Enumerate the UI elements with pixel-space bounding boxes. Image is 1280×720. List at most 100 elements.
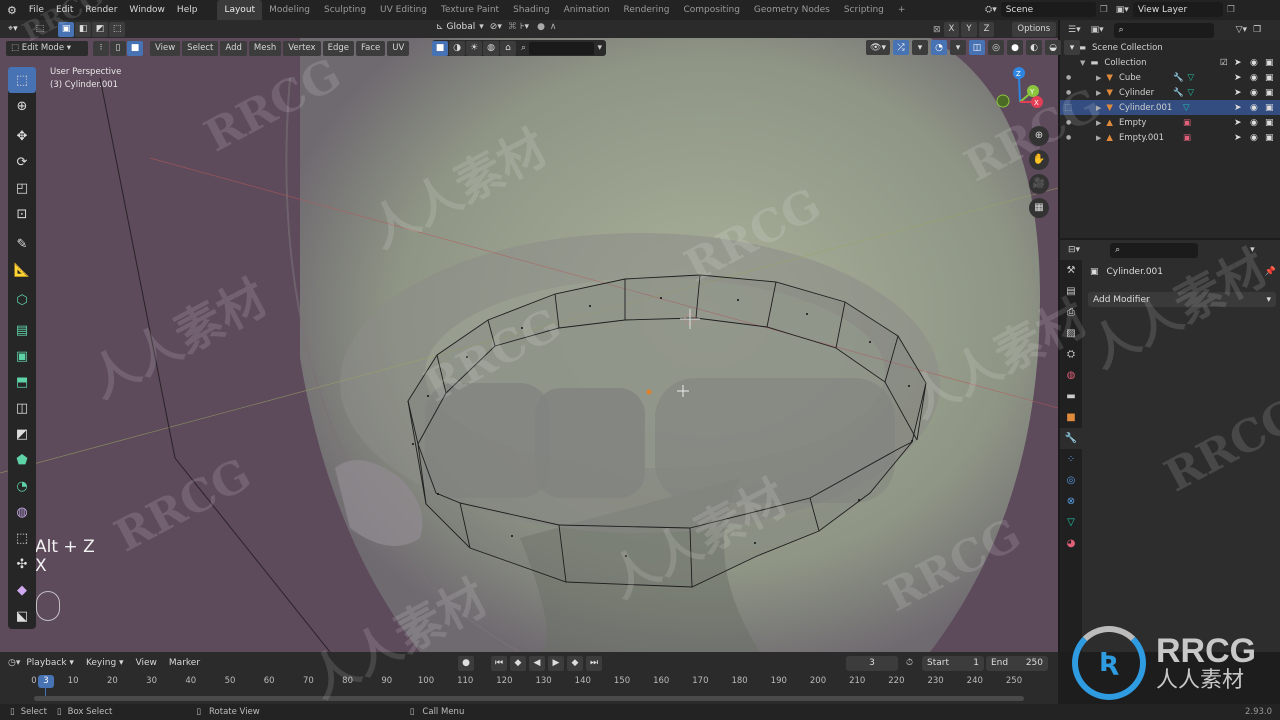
- grid-ortho-icon[interactable]: ▦: [1029, 198, 1049, 218]
- menu-vertex[interactable]: Vertex: [283, 40, 321, 56]
- tab-modeling[interactable]: Modeling: [262, 0, 317, 20]
- timeline-editor-icon[interactable]: ◷▾: [8, 658, 20, 668]
- edge-select-mode[interactable]: ▯: [110, 40, 126, 56]
- menu-add[interactable]: Add: [220, 40, 247, 56]
- snap-toggle[interactable]: ⌘: [508, 22, 517, 32]
- jump-keyframe-forward-button[interactable]: ◆: [567, 655, 583, 671]
- mirror-y[interactable]: Y: [961, 22, 977, 37]
- tool-rotate[interactable]: ⟳: [8, 149, 36, 175]
- selectable-icon[interactable]: ➤: [1234, 58, 1242, 68]
- zoom-icon[interactable]: ⊕: [1029, 126, 1049, 146]
- properties-tab-scene[interactable]: ⛭: [1060, 344, 1082, 365]
- menu-marker[interactable]: Marker: [163, 653, 206, 673]
- selectable-icon[interactable]: ➤: [1234, 88, 1242, 98]
- properties-tab-output[interactable]: ⎙: [1060, 302, 1082, 323]
- select-mode-set[interactable]: ▣: [58, 21, 75, 37]
- outliner-filter-icon[interactable]: ▽▾: [1236, 25, 1247, 35]
- tool-extrude[interactable]: ▤: [8, 317, 36, 343]
- tool-knife[interactable]: ◩: [8, 421, 36, 447]
- start-frame-field[interactable]: Start 1: [922, 655, 984, 671]
- tab-compositing[interactable]: Compositing: [677, 0, 747, 20]
- tool-poly-build[interactable]: ⬟: [8, 447, 36, 473]
- tab-rendering[interactable]: Rendering: [617, 0, 677, 20]
- properties-tab-object[interactable]: ■: [1060, 407, 1082, 428]
- new-collection-icon[interactable]: ❐: [1253, 25, 1261, 35]
- tool-inset[interactable]: ▣: [8, 343, 36, 369]
- expand-icon[interactable]: ▶: [1096, 74, 1101, 82]
- menu-timeline-view[interactable]: View: [130, 653, 163, 673]
- properties-tab-constraints[interactable]: ⊗: [1060, 491, 1082, 512]
- visibility-dropdown[interactable]: 👁▾: [866, 40, 890, 55]
- view-layer-selector[interactable]: View Layer: [1132, 2, 1223, 17]
- overlays-dropdown[interactable]: ▾: [950, 40, 966, 55]
- current-frame-field[interactable]: 3: [846, 655, 898, 671]
- visibility-icon[interactable]: ◉: [1250, 103, 1258, 113]
- expand-icon[interactable]: ▶: [1096, 104, 1101, 112]
- properties-tab-particles[interactable]: ⁘: [1060, 449, 1082, 470]
- editor-type-icon[interactable]: ⊟▾: [1068, 245, 1080, 255]
- mirror-z[interactable]: Z: [978, 22, 995, 37]
- tool-cursor[interactable]: ⊕: [8, 93, 36, 119]
- hand-pan-icon[interactable]: ✋: [1029, 150, 1049, 170]
- properties-tab-render[interactable]: ▤: [1060, 281, 1082, 302]
- proportional-edit-toggle[interactable]: ●: [537, 22, 545, 32]
- filter-paint-icon[interactable]: ⌂: [500, 40, 516, 56]
- tool-shrink-fatten[interactable]: ✣: [8, 551, 36, 577]
- camera-icon[interactable]: 🎥: [1029, 174, 1049, 194]
- render-icon[interactable]: ▣: [1265, 103, 1274, 113]
- visibility-icon[interactable]: ◉: [1250, 118, 1258, 128]
- tool-spin[interactable]: ◔: [8, 473, 36, 499]
- playhead[interactable]: 3: [38, 675, 54, 688]
- overlays-toggle[interactable]: ◔: [931, 40, 947, 55]
- selectable-icon[interactable]: ➤: [1234, 133, 1242, 143]
- render-icon[interactable]: ▣: [1265, 133, 1274, 143]
- menu-face[interactable]: Face: [356, 40, 386, 56]
- outliner-scene-collection[interactable]: ▬ Scene Collection: [1060, 40, 1280, 55]
- tool-annotate[interactable]: ✎: [8, 231, 36, 257]
- tool-loop-cut[interactable]: ◫: [8, 395, 36, 421]
- outliner-item[interactable]: ● ▶ ▲ Empty.001 ▣ ➤ ◉ ▣: [1060, 130, 1280, 145]
- shading-solid[interactable]: ●: [1007, 40, 1023, 55]
- menu-edit[interactable]: Edit: [50, 0, 79, 20]
- menu-view[interactable]: View: [150, 40, 181, 56]
- mode-dropdown[interactable]: ⬚ Edit Mode ▾: [6, 40, 88, 56]
- orientation-dropdown[interactable]: Global: [447, 22, 476, 32]
- menu-edge[interactable]: Edge: [322, 40, 354, 56]
- viewport-search-icon[interactable]: ⌕: [521, 43, 526, 53]
- viewport-search-input[interactable]: [529, 41, 595, 55]
- tab-shading[interactable]: Shading: [506, 0, 557, 20]
- properties-tab-world[interactable]: ◍: [1060, 365, 1082, 386]
- selectable-icon[interactable]: ➤: [1234, 73, 1242, 83]
- filter-dropdown[interactable]: ▾: [597, 43, 602, 53]
- menu-mesh[interactable]: Mesh: [248, 40, 282, 56]
- navigation-gizmo[interactable]: Z Y X: [995, 64, 1050, 124]
- render-icon[interactable]: ▣: [1265, 58, 1274, 68]
- tool-select-box[interactable]: ⬚: [8, 67, 36, 93]
- selectable-icon[interactable]: ➤: [1234, 118, 1242, 128]
- properties-tab-collection[interactable]: ▬: [1060, 386, 1082, 407]
- tool-edge-slide[interactable]: ⬚: [8, 525, 36, 551]
- gizmo-dropdown[interactable]: ▾: [912, 40, 928, 55]
- stopwatch-icon[interactable]: ⏱: [906, 658, 913, 668]
- properties-tab-physics[interactable]: ◎: [1060, 470, 1082, 491]
- tab-layout[interactable]: Layout: [217, 0, 263, 20]
- select-mode-intersect[interactable]: ⬚: [109, 21, 126, 37]
- tool-bevel[interactable]: ⬒: [8, 369, 36, 395]
- visibility-icon[interactable]: ◉: [1250, 73, 1258, 83]
- visibility-icon[interactable]: ◉: [1250, 133, 1258, 143]
- collection-checkbox[interactable]: ☑: [1220, 58, 1228, 68]
- record-button[interactable]: ●: [458, 655, 474, 671]
- outliner-search-input[interactable]: ⌕: [1113, 22, 1214, 38]
- blender-logo-icon[interactable]: ⚙: [0, 4, 23, 17]
- tool-smooth[interactable]: ◍: [8, 499, 36, 525]
- tab-animation[interactable]: Animation: [557, 0, 617, 20]
- end-frame-field[interactable]: End 250: [986, 655, 1048, 671]
- gizmo-toggle[interactable]: ⤮: [893, 40, 909, 55]
- filter-world-icon[interactable]: ◍: [483, 40, 499, 56]
- outliner-item[interactable]: ● ▶ ▼ Cube 🔧 ▽ ➤ ◉ ▣: [1060, 70, 1280, 85]
- face-select-mode[interactable]: ■: [127, 40, 143, 56]
- expand-icon[interactable]: ▼: [1080, 59, 1085, 67]
- tool-rip-region[interactable]: ⬕: [8, 603, 36, 629]
- empty-data-icon[interactable]: ▣: [1183, 118, 1191, 128]
- mesh-data-icon[interactable]: ▽: [1188, 88, 1195, 98]
